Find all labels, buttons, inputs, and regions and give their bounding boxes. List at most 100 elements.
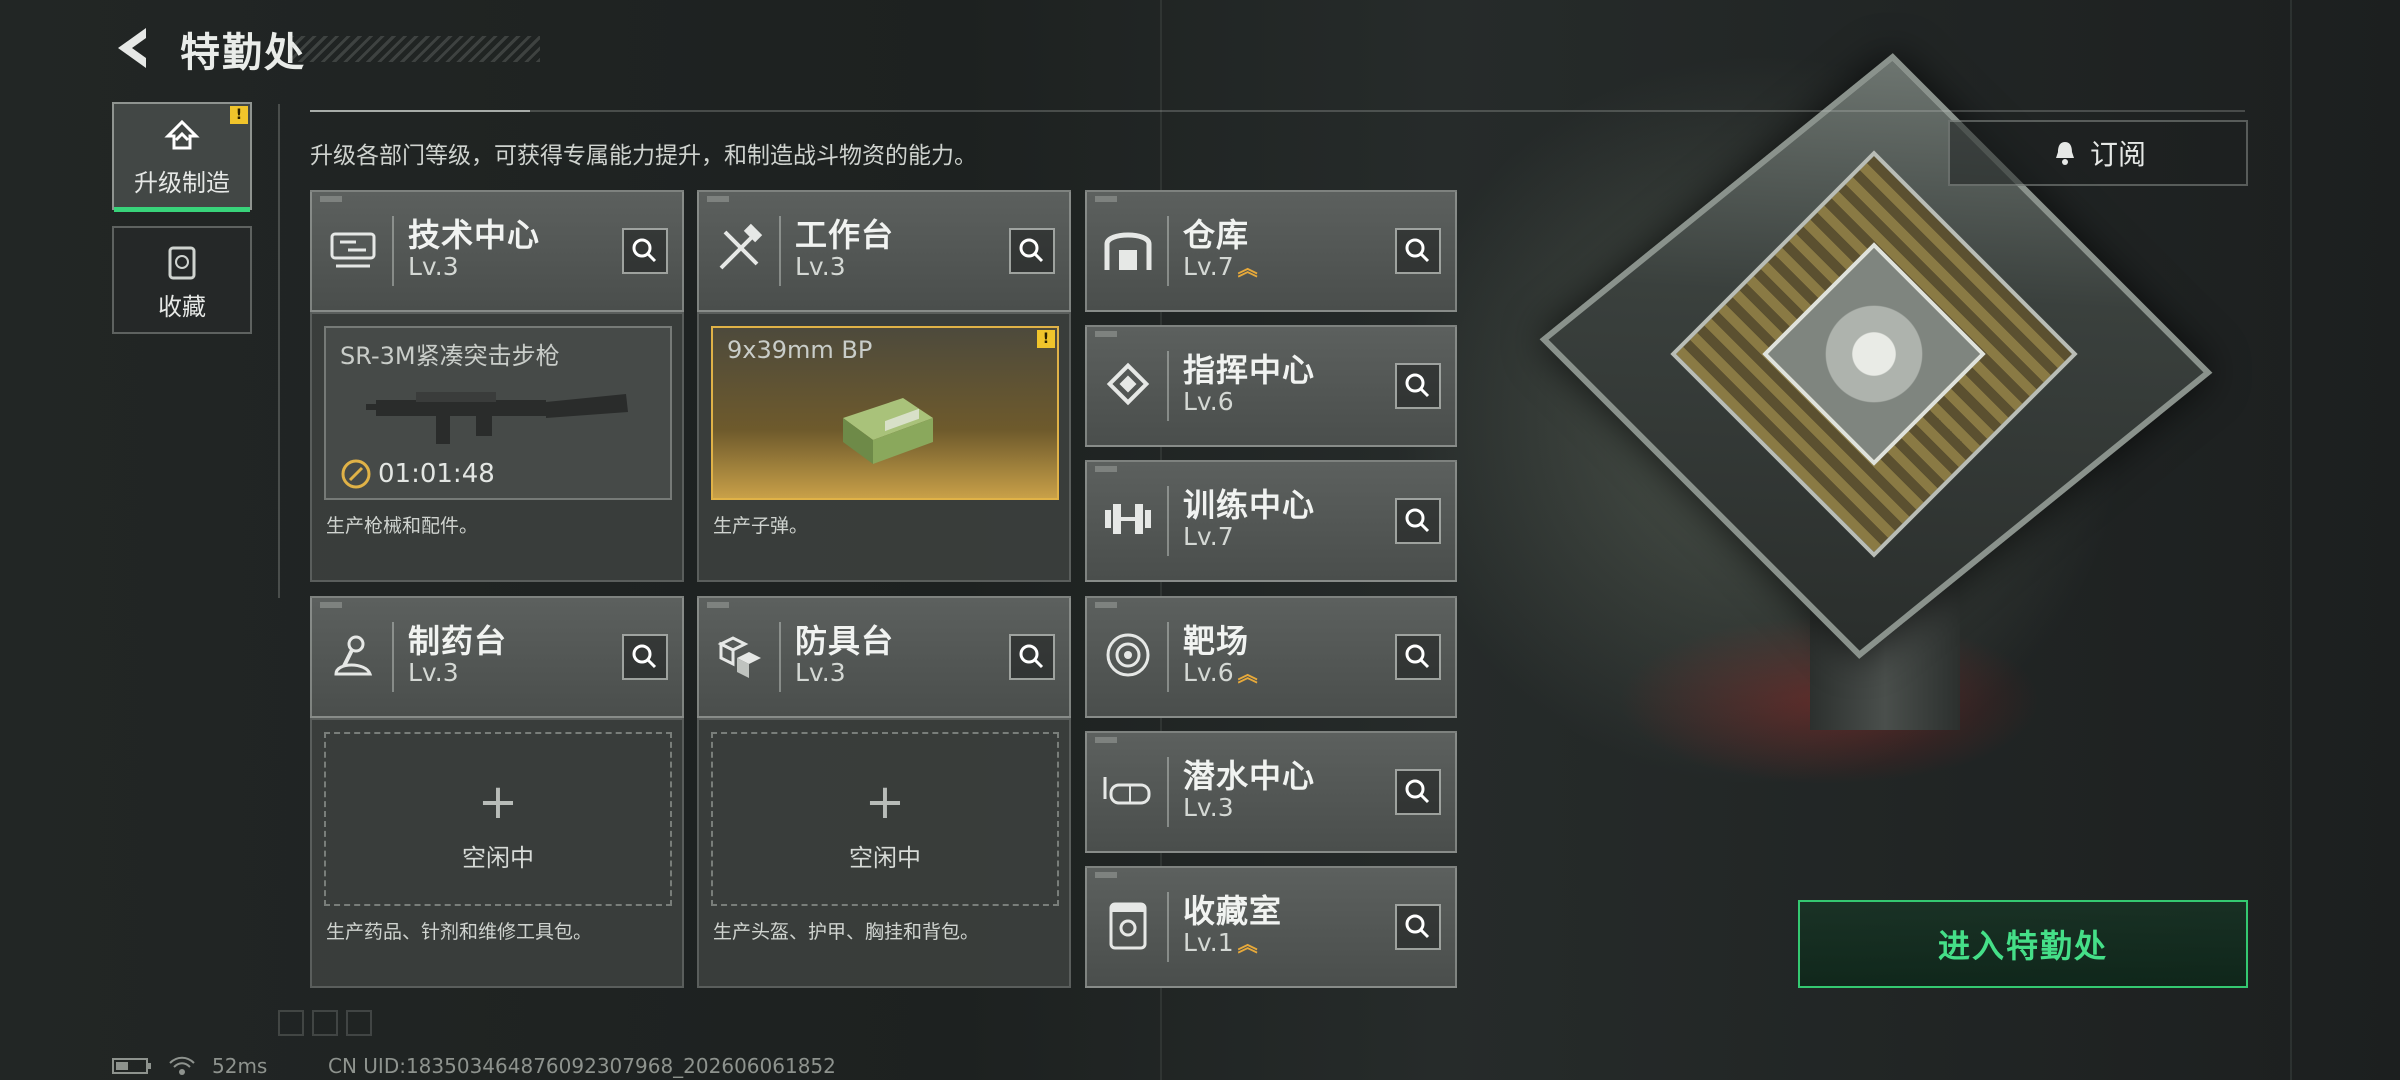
level-value: Lv.6 [1183, 658, 1234, 687]
add-icon: + [864, 774, 906, 830]
decor-square [312, 1010, 338, 1036]
department-card-diving-center[interactable]: 潜水中心 Lv.3 [1085, 731, 1457, 853]
alert-badge: ! [1037, 330, 1055, 348]
search-icon[interactable] [1395, 769, 1441, 815]
production-slot-medicine[interactable]: + 空闲中 生产药品、针剂和维修工具包。 [310, 718, 684, 988]
department-name: 指挥中心 [1183, 351, 1316, 389]
search-icon[interactable] [1395, 498, 1441, 544]
department-name: 防具台 [795, 622, 895, 660]
card-tag [1095, 737, 1117, 743]
production-item[interactable]: 9x39mm BP ! [711, 326, 1059, 500]
upgrade-icon [164, 119, 200, 150]
card-separator [392, 216, 394, 286]
card-separator [392, 622, 394, 692]
diving-center-icon [1103, 777, 1151, 805]
department-card-command-center[interactable]: 指挥中心 Lv.6 [1085, 325, 1457, 447]
department-level: Lv.7 [1183, 522, 1234, 551]
idle-label: 空闲中 [462, 844, 534, 872]
rifle-icon [366, 392, 628, 444]
production-item-name: 9x39mm BP [727, 336, 873, 364]
idle-slot[interactable]: + 空闲中 [711, 732, 1059, 906]
idle-slot[interactable]: + 空闲中 [324, 732, 672, 906]
department-card-warehouse[interactable]: 仓库 Lv.7 ︽ [1085, 190, 1457, 312]
production-description: 生产头盔、护甲、胸挂和背包。 [713, 921, 980, 943]
search-icon[interactable] [1395, 363, 1441, 409]
sidebar-item-label: 升级制造 [134, 169, 230, 197]
add-icon: + [477, 774, 519, 830]
search-icon[interactable] [622, 634, 668, 680]
department-name: 仓库 [1183, 216, 1250, 254]
department-level: Lv.3 [795, 252, 846, 281]
search-icon[interactable] [1395, 634, 1441, 680]
enter-special-ops-button[interactable]: 进入特勤处 [1798, 900, 2248, 988]
department-card-training-center[interactable]: 训练中心 Lv.7 [1085, 460, 1457, 582]
department-card-shooting-range[interactable]: 靶场 Lv.6 ︽ [1085, 596, 1457, 718]
training-center-icon [1105, 504, 1151, 534]
search-icon[interactable] [1395, 228, 1441, 274]
level-value: Lv.1 [1183, 928, 1234, 957]
subscribe-button[interactable]: 订阅 [1948, 120, 2248, 186]
search-icon[interactable] [1009, 634, 1055, 680]
production-slot-ammo[interactable]: 9x39mm BP ! 生产子弹。 [697, 312, 1071, 582]
status-bar: 52ms [112, 1054, 267, 1078]
card-tag [320, 196, 342, 202]
department-name: 潜水中心 [1183, 757, 1316, 795]
department-level: Lv.3 [408, 252, 459, 281]
sidebar-item-upgrade-craft[interactable]: 升级制造 ! [112, 102, 252, 212]
collection-icon [168, 246, 196, 280]
department-name: 训练中心 [1183, 486, 1316, 524]
production-slot-armor[interactable]: + 空闲中 生产头盔、护甲、胸挂和背包。 [697, 718, 1071, 988]
department-card-armor-bench[interactable]: 防具台 Lv.3 [697, 596, 1071, 718]
back-arrow-icon[interactable] [112, 24, 158, 72]
upgrade-available-icon: ︽ [1237, 662, 1258, 686]
card-tag [707, 602, 729, 608]
search-icon[interactable] [1395, 904, 1441, 950]
workbench-icon [719, 223, 763, 270]
decor-square [278, 1010, 304, 1036]
scene-divider [2290, 0, 2292, 1080]
department-level: Lv.7 ︽ [1183, 252, 1258, 281]
warehouse-icon [1104, 232, 1152, 270]
production-item[interactable]: SR-3M紧凑突击步枪 01:01:48 [324, 326, 672, 500]
production-slot-weapons[interactable]: SR-3M紧凑突击步枪 01:01:48 生产枪械和配件。 [310, 312, 684, 582]
wrench-timer-icon [341, 459, 371, 489]
idle-label: 空闲中 [849, 844, 921, 872]
collection-room-icon [1109, 902, 1147, 950]
department-card-workbench[interactable]: 工作台 Lv.3 [697, 190, 1071, 312]
department-level: Lv.6 ︽ [1183, 658, 1258, 687]
card-separator [1167, 486, 1169, 556]
header-rule-highlight [310, 110, 530, 112]
search-icon[interactable] [1009, 228, 1055, 274]
battery-icon [112, 1058, 151, 1074]
production-item-name: SR-3M紧凑突击步枪 [340, 342, 560, 370]
department-card-tech-center[interactable]: 技术中心 Lv.3 [310, 190, 684, 312]
decor-square [346, 1010, 372, 1036]
page-title: 特勤处 [180, 30, 306, 76]
card-tag [1095, 602, 1117, 608]
level-value: Lv.7 [1183, 252, 1234, 281]
timer-value: 01:01:48 [378, 459, 495, 489]
tech-center-icon [330, 232, 376, 268]
production-description: 生产药品、针剂和维修工具包。 [326, 921, 593, 943]
card-separator [1167, 892, 1169, 962]
card-separator [1167, 351, 1169, 421]
card-separator [1167, 216, 1169, 286]
department-card-collection-room[interactable]: 收藏室 Lv.1 ︽ [1085, 866, 1457, 988]
armor-bench-icon [717, 636, 761, 678]
department-level: Lv.1 ︽ [1183, 928, 1258, 957]
active-indicator [114, 207, 250, 212]
card-tag [707, 196, 729, 202]
sidebar-item-collection[interactable]: 收藏 [112, 226, 252, 334]
search-icon[interactable] [622, 228, 668, 274]
department-level: Lv.3 [408, 658, 459, 687]
department-name: 技术中心 [408, 216, 541, 254]
header-rule [310, 110, 2245, 112]
title-decoration [290, 36, 540, 62]
pharmacy-icon [334, 635, 373, 676]
department-level: Lv.6 [1183, 387, 1234, 416]
production-description: 生产子弹。 [713, 515, 809, 537]
sidebar-divider [278, 104, 280, 598]
upgrade-available-icon: ︽ [1237, 932, 1258, 956]
shooting-range-icon [1106, 633, 1150, 677]
department-card-pharmacy[interactable]: 制药台 Lv.3 [310, 596, 684, 718]
